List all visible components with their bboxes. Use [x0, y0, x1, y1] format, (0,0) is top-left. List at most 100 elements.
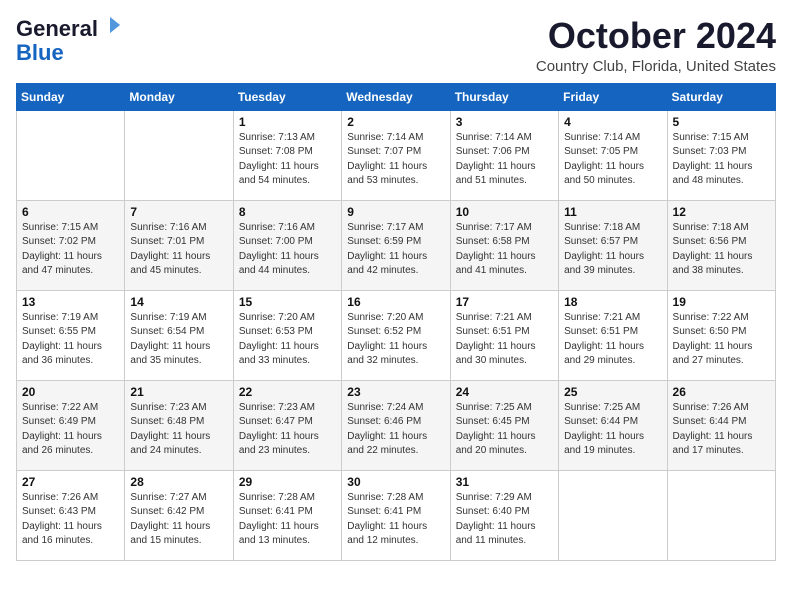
- day-info: Sunrise: 7:18 AMSunset: 6:57 PMDaylight:…: [564, 221, 661, 279]
- weekday-header-thursday: Thursday: [450, 83, 558, 110]
- day-number: 25: [564, 385, 661, 399]
- day-info: Sunrise: 7:28 AMSunset: 6:41 PMDaylight:…: [239, 491, 336, 549]
- day-info: Sunrise: 7:20 AMSunset: 6:52 PMDaylight:…: [347, 311, 444, 369]
- day-number: 27: [22, 475, 119, 489]
- day-info: Sunrise: 7:14 AMSunset: 7:06 PMDaylight:…: [456, 131, 553, 189]
- day-number: 11: [564, 205, 661, 219]
- day-info: Sunrise: 7:15 AMSunset: 7:02 PMDaylight:…: [22, 221, 119, 279]
- calendar-day: 16 Sunrise: 7:20 AMSunset: 6:52 PMDayligh…: [342, 290, 450, 380]
- day-number: 5: [673, 115, 770, 129]
- day-info: Sunrise: 7:14 AMSunset: 7:05 PMDaylight:…: [564, 131, 661, 189]
- logo-general-text: General: [16, 16, 98, 42]
- calendar-day: 13Sunrise: 7:19 AMSunset: 6:55 PMDayligh…: [17, 290, 125, 380]
- day-number: 26: [673, 385, 770, 399]
- weekday-header-monday: Monday: [125, 83, 233, 110]
- day-number: 21: [130, 385, 227, 399]
- calendar-week-1: 1 Sunrise: 7:13 AMSunset: 7:08 PMDaylight…: [17, 110, 776, 200]
- calendar-day: 24 Sunrise: 7:25 AMSunset: 6:45 PMDayligh…: [450, 380, 558, 470]
- day-number: 10: [456, 205, 553, 219]
- day-info: Sunrise: 7:23 AMSunset: 6:47 PMDaylight:…: [239, 401, 336, 459]
- calendar-day: 4 Sunrise: 7:14 AMSunset: 7:05 PMDaylight…: [559, 110, 667, 200]
- day-info: Sunrise: 7:21 AMSunset: 6:51 PMDaylight:…: [564, 311, 661, 369]
- calendar-table: SundayMondayTuesdayWednesdayThursdayFrid…: [16, 83, 776, 561]
- calendar-day: 20Sunrise: 7:22 AMSunset: 6:49 PMDayligh…: [17, 380, 125, 470]
- calendar-week-5: 27Sunrise: 7:26 AMSunset: 6:43 PMDayligh…: [17, 470, 776, 560]
- calendar-day: 23Sunrise: 7:24 AMSunset: 6:46 PMDayligh…: [342, 380, 450, 470]
- calendar-day: 12Sunrise: 7:18 AMSunset: 6:56 PMDayligh…: [667, 200, 775, 290]
- calendar-day: 14Sunrise: 7:19 AMSunset: 6:54 PMDayligh…: [125, 290, 233, 380]
- calendar-header: SundayMondayTuesdayWednesdayThursdayFrid…: [17, 83, 776, 110]
- title-area: October 2024 Country Club, Florida, Unit…: [536, 16, 776, 75]
- calendar-day: 28Sunrise: 7:27 AMSunset: 6:42 PMDayligh…: [125, 470, 233, 560]
- calendar-day: 1 Sunrise: 7:13 AMSunset: 7:08 PMDaylight…: [233, 110, 341, 200]
- weekday-header-saturday: Saturday: [667, 83, 775, 110]
- calendar-day: 22 Sunrise: 7:23 AMSunset: 6:47 PMDayligh…: [233, 380, 341, 470]
- calendar-day: 3 Sunrise: 7:14 AMSunset: 7:06 PMDaylight…: [450, 110, 558, 200]
- day-number: 1: [239, 115, 336, 129]
- day-number: 30: [347, 475, 444, 489]
- calendar-day: 30 Sunrise: 7:28 AMSunset: 6:41 PMDayligh…: [342, 470, 450, 560]
- calendar-day: 11 Sunrise: 7:18 AMSunset: 6:57 PMDayligh…: [559, 200, 667, 290]
- day-info: Sunrise: 7:26 AMSunset: 6:44 PMDaylight:…: [673, 401, 770, 459]
- day-info: Sunrise: 7:16 AMSunset: 7:01 PMDaylight:…: [130, 221, 227, 279]
- calendar-week-2: 6Sunrise: 7:15 AMSunset: 7:02 PMDaylight…: [17, 200, 776, 290]
- weekday-header-friday: Friday: [559, 83, 667, 110]
- day-info: Sunrise: 7:17 AMSunset: 6:58 PMDaylight:…: [456, 221, 553, 279]
- calendar-day: 18 Sunrise: 7:21 AMSunset: 6:51 PMDayligh…: [559, 290, 667, 380]
- day-info: Sunrise: 7:17 AMSunset: 6:59 PMDaylight:…: [347, 221, 444, 279]
- day-number: 9: [347, 205, 444, 219]
- calendar-day: [667, 470, 775, 560]
- day-info: Sunrise: 7:25 AMSunset: 6:45 PMDaylight:…: [456, 401, 553, 459]
- day-number: 18: [564, 295, 661, 309]
- calendar-week-4: 20Sunrise: 7:22 AMSunset: 6:49 PMDayligh…: [17, 380, 776, 470]
- day-info: Sunrise: 7:18 AMSunset: 6:56 PMDaylight:…: [673, 221, 770, 279]
- header: General Blue October 2024 Country Club, …: [16, 16, 776, 75]
- day-info: Sunrise: 7:29 AMSunset: 6:40 PMDaylight:…: [456, 491, 553, 549]
- calendar-day: 29 Sunrise: 7:28 AMSunset: 6:41 PMDayligh…: [233, 470, 341, 560]
- weekday-header-tuesday: Tuesday: [233, 83, 341, 110]
- calendar-day: 7 Sunrise: 7:16 AMSunset: 7:01 PMDaylight…: [125, 200, 233, 290]
- day-number: 7: [130, 205, 227, 219]
- logo-flag-icon: [100, 17, 120, 38]
- day-info: Sunrise: 7:28 AMSunset: 6:41 PMDaylight:…: [347, 491, 444, 549]
- day-info: Sunrise: 7:19 AMSunset: 6:55 PMDaylight:…: [22, 311, 119, 369]
- calendar-day: 27Sunrise: 7:26 AMSunset: 6:43 PMDayligh…: [17, 470, 125, 560]
- day-number: 17: [456, 295, 553, 309]
- day-number: 29: [239, 475, 336, 489]
- day-info: Sunrise: 7:19 AMSunset: 6:54 PMDaylight:…: [130, 311, 227, 369]
- day-info: Sunrise: 7:22 AMSunset: 6:50 PMDaylight:…: [673, 311, 770, 369]
- weekday-header-row: SundayMondayTuesdayWednesdayThursdayFrid…: [17, 83, 776, 110]
- day-number: 31: [456, 475, 553, 489]
- day-info: Sunrise: 7:16 AMSunset: 7:00 PMDaylight:…: [239, 221, 336, 279]
- day-number: 16: [347, 295, 444, 309]
- calendar-day: 25 Sunrise: 7:25 AMSunset: 6:44 PMDayligh…: [559, 380, 667, 470]
- day-number: 2: [347, 115, 444, 129]
- calendar-day: 2Sunrise: 7:14 AMSunset: 7:07 PMDaylight…: [342, 110, 450, 200]
- location-title: Country Club, Florida, United States: [536, 58, 776, 75]
- calendar-day: [17, 110, 125, 200]
- day-number: 19: [673, 295, 770, 309]
- day-info: Sunrise: 7:21 AMSunset: 6:51 PMDaylight:…: [456, 311, 553, 369]
- calendar-day: 15Sunrise: 7:20 AMSunset: 6:53 PMDayligh…: [233, 290, 341, 380]
- weekday-header-wednesday: Wednesday: [342, 83, 450, 110]
- calendar-day: 8 Sunrise: 7:16 AMSunset: 7:00 PMDaylight…: [233, 200, 341, 290]
- calendar-day: 6Sunrise: 7:15 AMSunset: 7:02 PMDaylight…: [17, 200, 125, 290]
- calendar-day: 9 Sunrise: 7:17 AMSunset: 6:59 PMDaylight…: [342, 200, 450, 290]
- calendar-day: 10 Sunrise: 7:17 AMSunset: 6:58 PMDayligh…: [450, 200, 558, 290]
- day-info: Sunrise: 7:22 AMSunset: 6:49 PMDaylight:…: [22, 401, 119, 459]
- day-info: Sunrise: 7:23 AMSunset: 6:48 PMDaylight:…: [130, 401, 227, 459]
- month-title: October 2024: [536, 16, 776, 56]
- calendar-day: 26 Sunrise: 7:26 AMSunset: 6:44 PMDayligh…: [667, 380, 775, 470]
- day-info: Sunrise: 7:25 AMSunset: 6:44 PMDaylight:…: [564, 401, 661, 459]
- day-info: Sunrise: 7:15 AMSunset: 7:03 PMDaylight:…: [673, 131, 770, 189]
- day-info: Sunrise: 7:20 AMSunset: 6:53 PMDaylight:…: [239, 311, 336, 369]
- day-number: 8: [239, 205, 336, 219]
- weekday-header-sunday: Sunday: [17, 83, 125, 110]
- day-number: 24: [456, 385, 553, 399]
- day-info: Sunrise: 7:13 AMSunset: 7:08 PMDaylight:…: [239, 131, 336, 189]
- calendar-day: 31 Sunrise: 7:29 AMSunset: 6:40 PMDayligh…: [450, 470, 558, 560]
- calendar-day: 21 Sunrise: 7:23 AMSunset: 6:48 PMDayligh…: [125, 380, 233, 470]
- day-number: 3: [456, 115, 553, 129]
- day-number: 22: [239, 385, 336, 399]
- day-number: 4: [564, 115, 661, 129]
